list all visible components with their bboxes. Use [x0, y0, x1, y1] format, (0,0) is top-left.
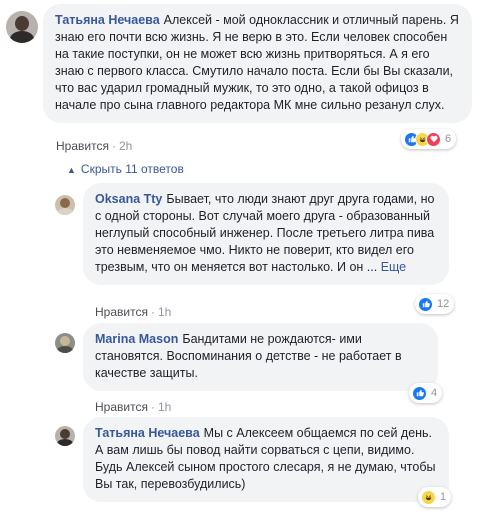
see-more-link[interactable]: Еще [381, 260, 406, 274]
timestamp[interactable]: 1h [158, 400, 171, 414]
comment-author[interactable]: Marina Mason [95, 332, 178, 346]
timestamp[interactable]: 1h [158, 305, 171, 319]
comment-bubble: Татьяна Нечаева Алексей - мой одноклассни… [43, 4, 472, 123]
comment-actions: Нравится · 2h [56, 139, 133, 153]
comment-bubble: Oksana Tty Бывает, что люди знают друг др… [83, 183, 449, 285]
like-icon [412, 385, 427, 401]
comment-actions: Нравится · 1h [95, 305, 172, 319]
comment-author[interactable]: Oksana Tty [95, 192, 162, 206]
comment-bubble: Татьяна Нечаева Мы с Алексеем общаемся по… [83, 417, 449, 502]
like-button[interactable]: Нравится [95, 400, 148, 414]
reaction-count: 12 [437, 298, 450, 310]
collapse-arrow-icon: ▲ [67, 165, 76, 175]
love-icon [426, 131, 441, 147]
like-button[interactable]: Нравится [95, 305, 148, 319]
avatar[interactable] [55, 426, 75, 446]
timestamp[interactable]: 2h [119, 139, 132, 153]
reactions-summary[interactable]: 1 [418, 487, 452, 507]
comment-bubble: Marina Mason Бандитами не рождаются- ими … [83, 323, 438, 391]
like-icon [418, 296, 433, 312]
hide-replies-label: Скрыть 11 ответов [80, 162, 184, 176]
reaction-count: 4 [431, 387, 438, 399]
comment-author[interactable]: Татьяна Нечаева [55, 13, 160, 27]
reactions-summary[interactable]: 6 [401, 129, 457, 149]
reaction-count: 6 [445, 133, 452, 145]
avatar[interactable] [55, 333, 75, 353]
avatar[interactable] [6, 11, 38, 43]
hide-replies-link[interactable]: ▲ Скрыть 11 ответов [67, 162, 184, 176]
reactions-summary[interactable]: 12 [415, 294, 455, 314]
avatar[interactable] [55, 195, 75, 215]
comment-actions: Нравится · 1h [95, 400, 172, 414]
reactions-summary[interactable]: 4 [409, 383, 443, 403]
comment-author[interactable]: Татьяна Нечаева [95, 426, 200, 440]
comment-text: Алексей - мой одноклассник и отличный па… [55, 13, 459, 112]
reaction-count: 1 [440, 491, 447, 503]
haha-icon [421, 489, 436, 505]
like-button[interactable]: Нравится [56, 139, 109, 153]
